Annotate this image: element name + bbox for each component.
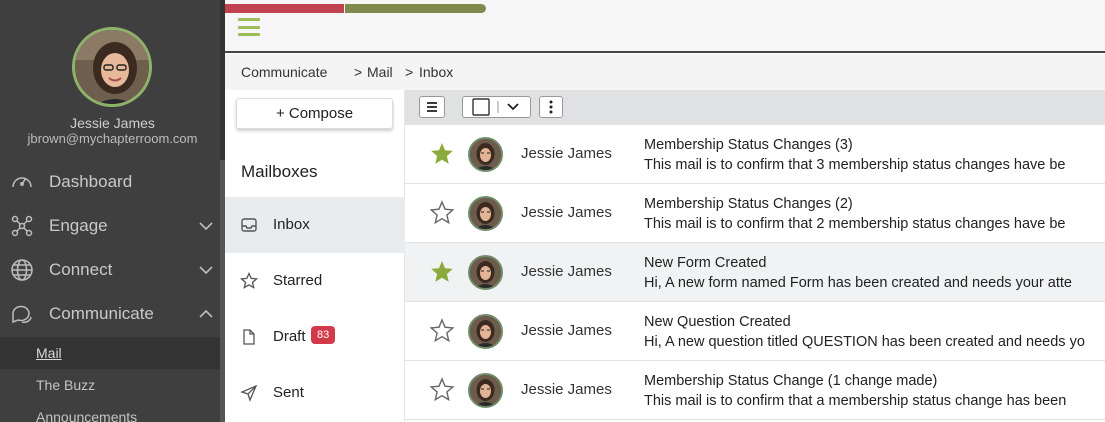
sender-avatar: [468, 196, 503, 231]
more-vertical-icon: [549, 100, 553, 114]
sender-avatar: [468, 255, 503, 290]
user-email: jbrown@mychapterroom.com: [27, 131, 198, 146]
mail-subject: New Form Created: [644, 255, 767, 271]
sender-avatar: [468, 373, 503, 408]
breadcrumb-communicate[interactable]: Communicate: [241, 64, 327, 80]
chat-bubbles-icon: [12, 305, 32, 324]
chevron-down-icon[interactable]: [198, 262, 214, 278]
star-outline-icon[interactable]: [429, 200, 455, 226]
star-filled-icon[interactable]: [429, 141, 455, 167]
user-name: Jessie James: [70, 115, 155, 131]
nav-communicate[interactable]: Communicate: [0, 294, 220, 334]
sub-item-announcements[interactable]: Announcements: [0, 401, 220, 422]
chevron-down-icon[interactable]: [198, 218, 214, 234]
sub-item-the-buzz-label: The Buzz: [36, 377, 96, 393]
mail-preview: This mail is to confirm that 3 membershi…: [644, 157, 1066, 173]
more-options-button[interactable]: [539, 96, 563, 118]
mail-row[interactable]: Jessie James New Question Created Hi, A …: [405, 302, 1105, 361]
sub-item-announcements-label: Announcements: [36, 409, 138, 422]
mail-sender: Jessie James: [521, 381, 612, 398]
mail-row[interactable]: Jessie James Membership Status Changes (…: [405, 184, 1105, 243]
mailbox-inbox-label: Inbox: [273, 216, 310, 233]
mail-subject: Membership Status Changes (3): [644, 137, 853, 153]
nav-engage-label: Engage: [49, 216, 108, 235]
sub-item-mail-label: Mail: [36, 345, 62, 361]
progress-bar-red: [225, 4, 344, 13]
menu-icon[interactable]: [238, 18, 260, 36]
mail-subject: Membership Status Changes (2): [644, 196, 853, 212]
mailbox-inbox[interactable]: Inbox: [225, 197, 405, 253]
mailbox-panel: + Compose Mailboxes Inbox Starred Draft …: [225, 90, 405, 422]
breadcrumb-separator: >: [405, 64, 414, 80]
mail-sender: Jessie James: [521, 322, 612, 339]
breadcrumb: Communicate > Mail > Inbox: [225, 54, 1105, 90]
mail-row[interactable]: Jessie James Membership Status Change (1…: [405, 361, 1105, 420]
mail-sender: Jessie James: [521, 204, 612, 221]
mailbox-sent[interactable]: Sent: [225, 365, 405, 421]
nav-dashboard[interactable]: Dashboard: [0, 162, 220, 202]
sender-avatar: [468, 137, 503, 172]
star-outline-icon[interactable]: [429, 377, 455, 403]
mail-toolbar: [405, 90, 1105, 125]
mail-preview: Hi, A new form named Form has been creat…: [644, 275, 1072, 291]
draft-count-badge: 83: [311, 326, 336, 344]
compose-button[interactable]: + Compose: [236, 98, 393, 129]
mailbox-draft[interactable]: Draft 83: [225, 309, 405, 365]
mail-subject: Membership Status Change (1 change made): [644, 373, 938, 389]
mail-subject: New Question Created: [644, 314, 791, 330]
sidebar: Jessie James jbrown@mychapterroom.com Da…: [0, 0, 225, 422]
mailbox-draft-label: Draft: [273, 328, 306, 345]
sub-item-the-buzz[interactable]: The Buzz: [0, 369, 220, 401]
nav-communicate-label: Communicate: [49, 304, 154, 323]
sender-avatar: [468, 314, 503, 349]
mail-list-area: Jessie James Membership Status Changes (…: [405, 90, 1105, 422]
select-all-dropdown[interactable]: [462, 96, 531, 118]
inbox-icon: [241, 218, 257, 232]
mail-preview: This mail is to confirm that 2 membershi…: [644, 216, 1066, 232]
mailbox-starred[interactable]: Starred: [225, 253, 405, 309]
globe-icon: [11, 259, 33, 281]
sub-item-mail[interactable]: Mail: [0, 337, 220, 369]
engage-icon: [11, 215, 33, 237]
mailbox-sent-label: Sent: [273, 384, 304, 401]
nav-engage[interactable]: Engage: [0, 206, 220, 246]
mail-row[interactable]: Jessie James Membership Status Changes (…: [405, 125, 1105, 184]
mail-preview: Hi, A new question titled QUESTION has b…: [644, 334, 1085, 350]
nav-connect-label: Connect: [49, 260, 113, 279]
star-outline-icon[interactable]: [429, 318, 455, 344]
nav-dashboard-label: Dashboard: [49, 172, 133, 191]
mailboxes-title: Mailboxes: [241, 162, 318, 181]
list-icon: [427, 102, 437, 112]
breadcrumb-separator: >: [354, 64, 363, 80]
document-icon: [243, 329, 255, 345]
nav-connect[interactable]: Connect: [0, 250, 220, 290]
chevron-up-icon[interactable]: [198, 306, 214, 322]
mailbox-starred-label: Starred: [273, 272, 323, 289]
top-bar: [225, 0, 1105, 53]
mail-row[interactable]: Jessie James New Form Created Hi, A new …: [405, 243, 1105, 302]
paper-plane-icon: [240, 384, 258, 402]
user-avatar[interactable]: [72, 27, 152, 107]
mail-sender: Jessie James: [521, 263, 612, 280]
breadcrumb-inbox: Inbox: [419, 64, 454, 80]
mail-preview: This mail is to confirm that a membershi…: [644, 393, 1067, 409]
progress-bar-olive: [345, 4, 486, 13]
breadcrumb-mail[interactable]: Mail: [367, 64, 393, 80]
star-filled-icon[interactable]: [429, 259, 455, 285]
checkbox-dropdown-icon: [472, 98, 519, 116]
dashboard-icon: [12, 177, 32, 188]
star-outline-icon: [240, 272, 258, 289]
list-view-button[interactable]: [419, 96, 445, 118]
mail-sender: Jessie James: [521, 145, 612, 162]
